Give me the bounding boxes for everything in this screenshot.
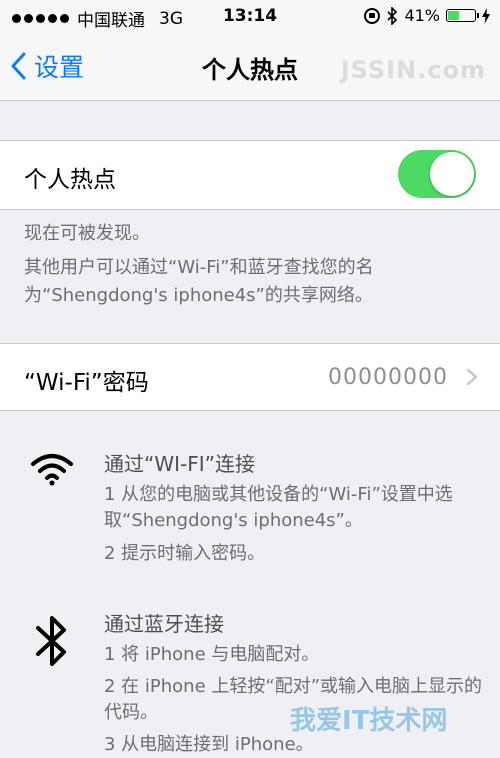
bt-step-1: 1 将 iPhone 与电脑配对。 (104, 644, 320, 665)
status-bar: 中国联通 3G 13:14 41% (0, 0, 500, 34)
charging-icon (482, 7, 490, 24)
battery-fill (448, 11, 459, 20)
watermark-bottom: 我爱IT技术网 (290, 706, 448, 736)
battery-percent: 41% (404, 6, 440, 25)
hotspot-toggle[interactable] (398, 150, 476, 198)
battery-icon (446, 9, 479, 22)
wifi-icon (31, 454, 73, 486)
toggle-knob[interactable] (430, 152, 474, 196)
watermark-top: JSSIN.com (340, 56, 486, 84)
hotspot-description: 其他用户可以通过“Wi-Fi”和蓝牙查找您的名为“Shengdong's iph… (24, 257, 374, 306)
bt-section-title: 通过蓝牙连接 (104, 612, 224, 636)
wifi-password-cell[interactable]: “Wi-Fi”密码 00000000 (0, 343, 500, 411)
rotation-lock-icon (364, 7, 381, 24)
wifi-step-2: 2 提示时输入密码。 (104, 543, 266, 564)
wifi-step-1: 1 从您的电脑或其他设备的“Wi-Fi”设置中选取“Shengdong's ip… (104, 484, 453, 531)
hotspot-cell: 个人热点 (0, 140, 500, 210)
navigation-bar: 设置 个人热点 JSSIN.com (0, 34, 500, 101)
discoverable-text: 现在可被发现。 (24, 223, 150, 244)
hotspot-label: 个人热点 (24, 167, 116, 193)
status-right: 41% (364, 6, 490, 25)
bluetooth-icon (387, 6, 398, 25)
bluetooth-section-icon (36, 616, 66, 666)
wifi-section-title: 通过“WI-FI”连接 (104, 452, 256, 476)
wifi-password-label: “Wi-Fi”密码 (24, 370, 149, 396)
chevron-right-icon (466, 368, 478, 386)
wifi-password-value: 00000000 (328, 365, 448, 390)
